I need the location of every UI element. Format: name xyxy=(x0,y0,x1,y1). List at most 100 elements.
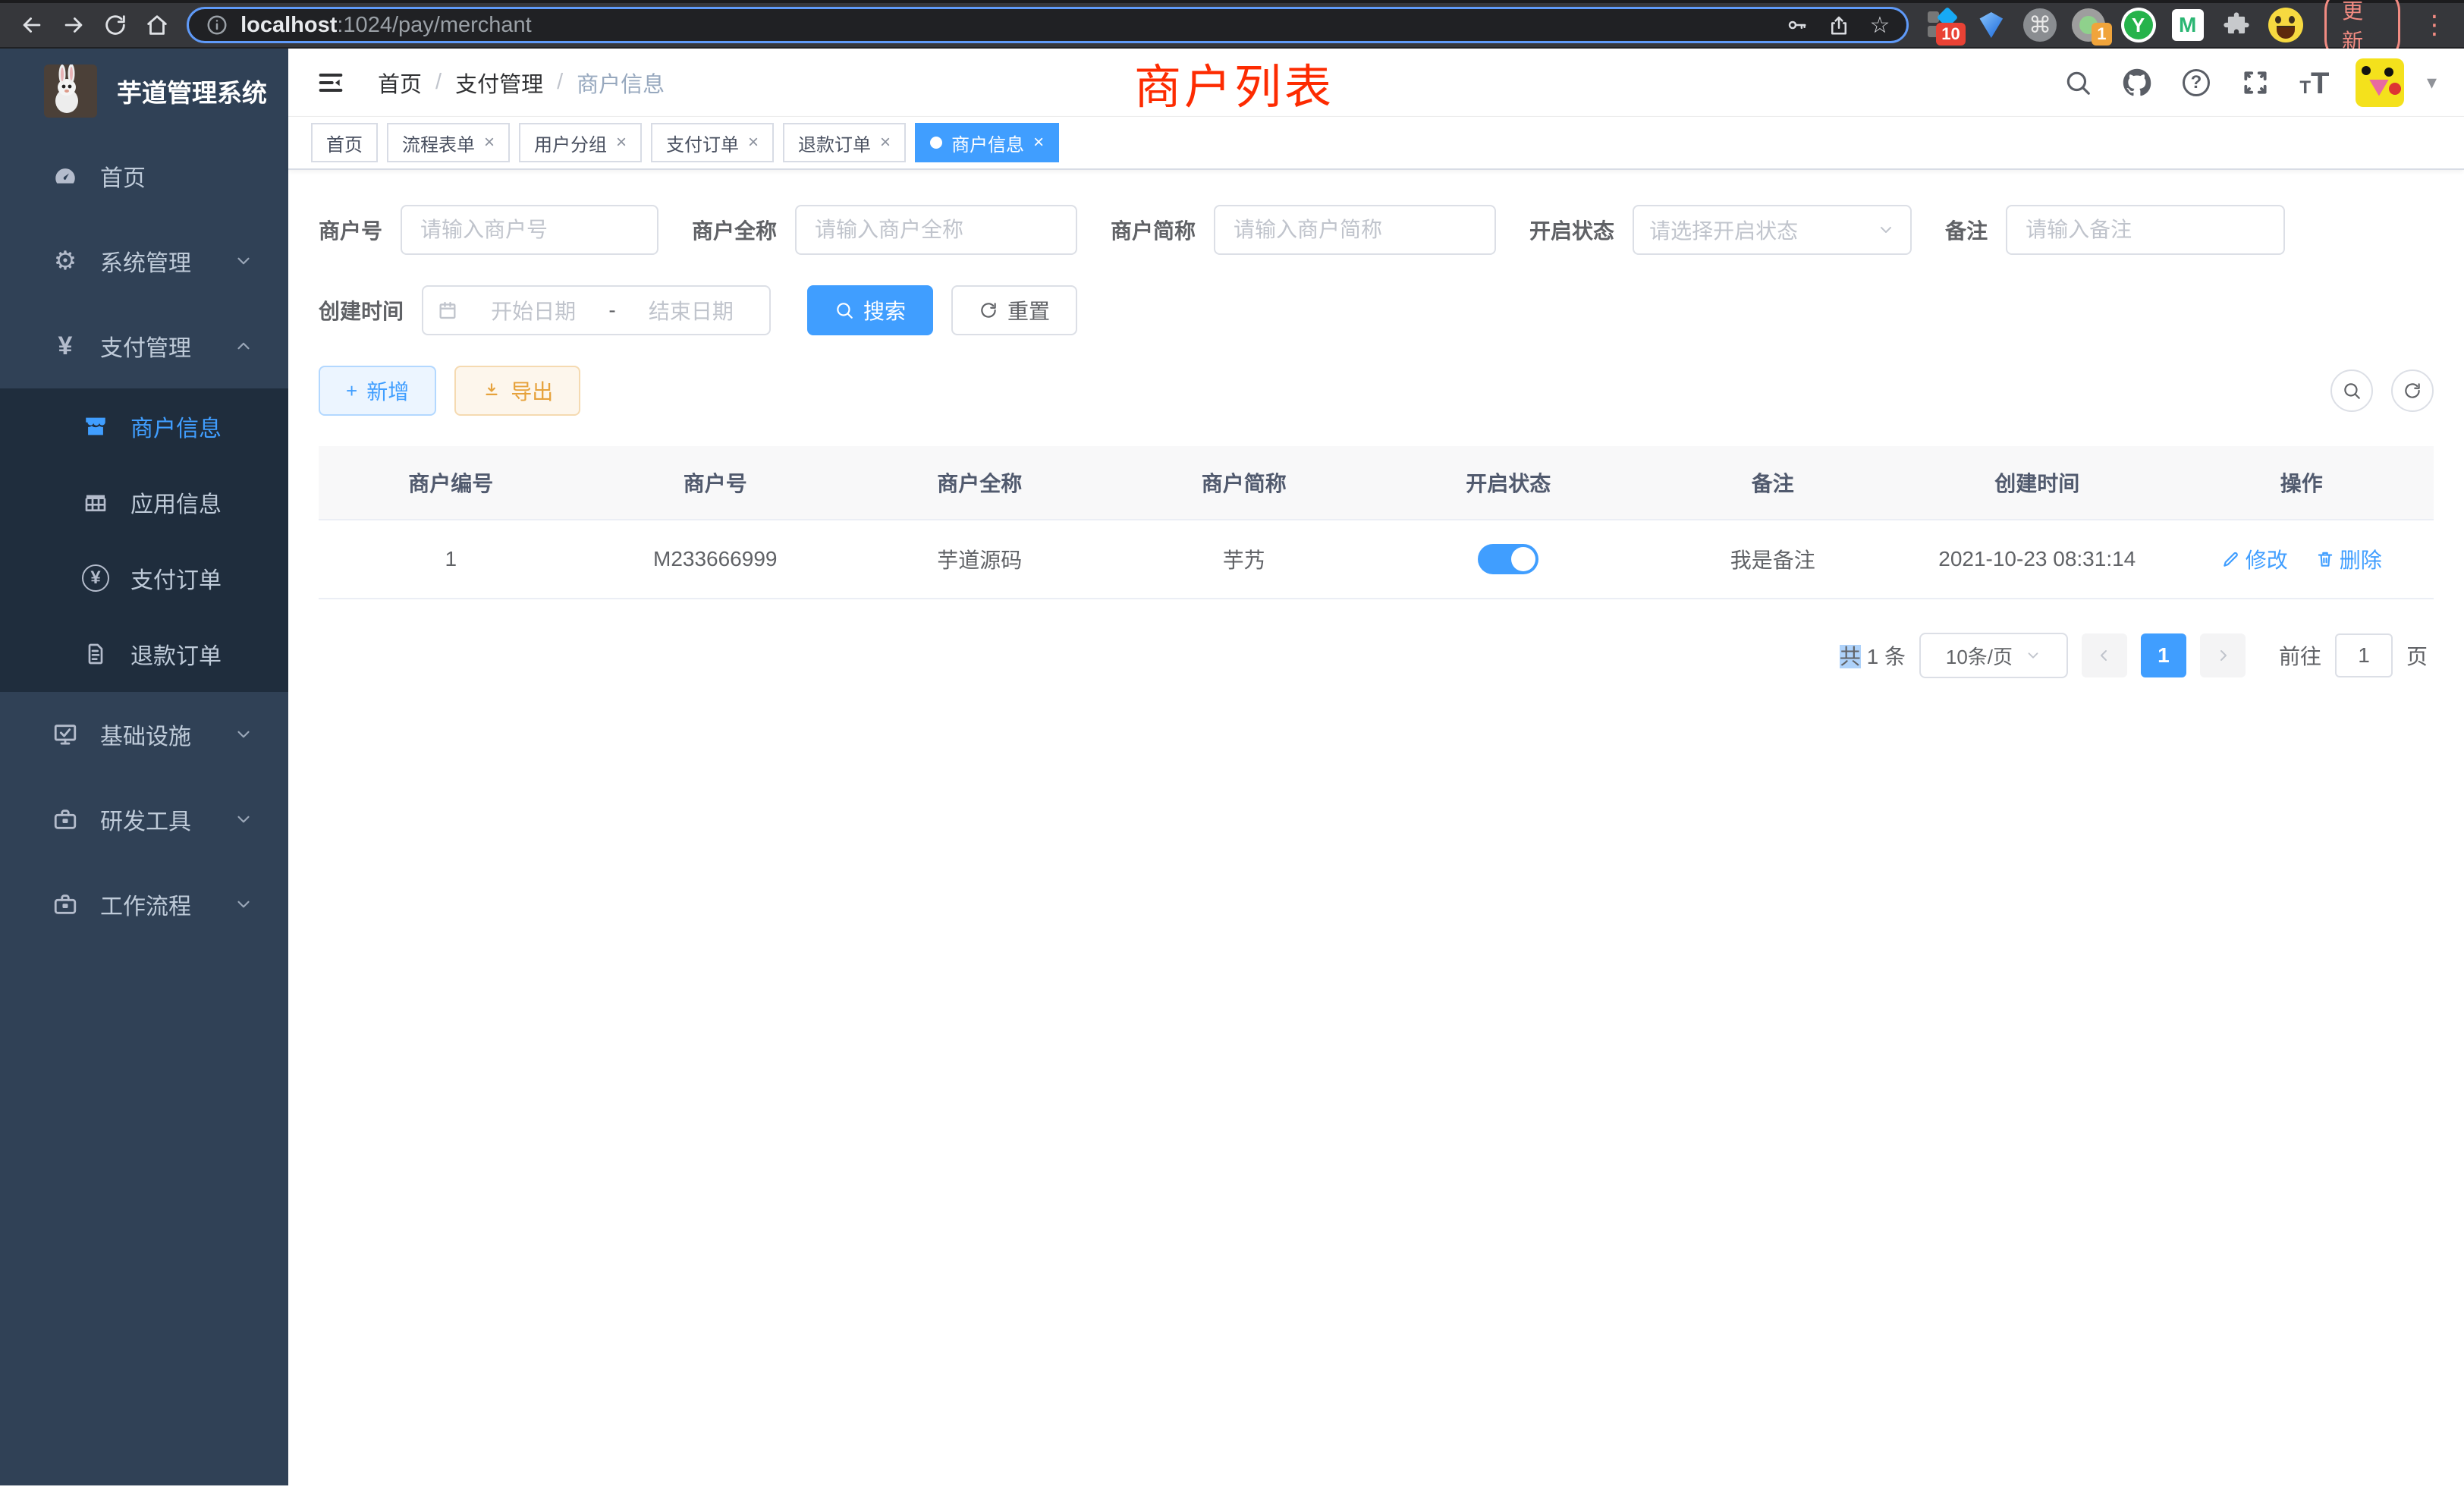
app-logo[interactable]: 芋道管理系统 xyxy=(0,49,288,134)
total-count: 1 xyxy=(1867,645,1879,668)
full-name-input[interactable] xyxy=(795,205,1077,255)
site-info-icon[interactable] xyxy=(206,14,228,36)
close-icon[interactable] xyxy=(880,132,891,153)
page-size-value: 10条/页 xyxy=(1946,642,2013,670)
reload-icon[interactable] xyxy=(94,7,136,43)
sidebar-item-label: 退款订单 xyxy=(130,637,253,671)
font-size-icon[interactable] xyxy=(2296,64,2333,101)
edit-link[interactable]: 修改 xyxy=(2221,544,2288,574)
sidebar-item-label: 基础设施 xyxy=(100,718,234,751)
search-icon xyxy=(834,300,854,320)
filter-create-time: 创建时间 开始日期 - 结束日期 xyxy=(319,285,771,335)
home-icon[interactable] xyxy=(136,7,178,43)
address-bar[interactable]: localhost:1024/pay/merchant xyxy=(187,7,1909,43)
extension-recorder-icon[interactable]: 1 xyxy=(2072,8,2105,42)
breadcrumb-payment[interactable]: 支付管理 xyxy=(455,67,543,99)
goto-label: 前往 xyxy=(2279,640,2321,671)
sidebar-item-workflow[interactable]: 工作流程 xyxy=(0,862,288,947)
dashboard-icon xyxy=(50,163,80,189)
sidebar-item-infrastructure[interactable]: 基础设施 xyxy=(0,692,288,777)
tab-process-form[interactable]: 流程表单 xyxy=(387,123,510,162)
sidebar-item-system[interactable]: 系统管理 xyxy=(0,218,288,303)
tab-pay-order[interactable]: 支付订单 xyxy=(651,123,774,162)
date-range-picker[interactable]: 开始日期 - 结束日期 xyxy=(422,285,771,335)
tab-home[interactable]: 首页 xyxy=(311,123,378,162)
page-number-button[interactable]: 1 xyxy=(2141,633,2186,677)
sidebar-toggle-icon[interactable] xyxy=(316,68,346,98)
sidebar-item-pay-order[interactable]: 支付订单 xyxy=(0,540,288,616)
extensions-puzzle-icon[interactable] xyxy=(2220,8,2253,42)
close-icon[interactable] xyxy=(1033,132,1044,153)
prev-page-button[interactable] xyxy=(2082,633,2127,677)
breadcrumb-current: 商户信息 xyxy=(577,67,665,99)
sidebar-item-label: 研发工具 xyxy=(100,803,234,836)
export-button[interactable]: 导出 xyxy=(454,366,580,416)
search-icon[interactable] xyxy=(2060,64,2096,101)
sidebar-item-home[interactable]: 首页 xyxy=(0,134,288,218)
filter-row-1: 商户号 商户全称 商户简称 开启状态 请选择开启状态 xyxy=(319,205,2434,255)
column-header: 操作 xyxy=(2170,467,2434,498)
payment-submenu: 商户信息 应用信息 支付订单 退款订单 xyxy=(0,388,288,692)
show-search-toggle-button[interactable] xyxy=(2330,369,2373,412)
share-icon[interactable] xyxy=(1828,14,1850,36)
browser-profile-avatar[interactable] xyxy=(2268,8,2303,42)
fullscreen-icon[interactable] xyxy=(2237,64,2274,101)
close-icon[interactable] xyxy=(484,132,495,153)
user-avatar[interactable] xyxy=(2356,58,2404,107)
status-toggle[interactable] xyxy=(1478,544,1538,574)
back-icon[interactable] xyxy=(11,7,52,43)
field-label: 商户简称 xyxy=(1111,215,1214,245)
merchant-no-input[interactable] xyxy=(401,205,658,255)
gear-icon xyxy=(50,246,80,276)
extension-gem-icon[interactable] xyxy=(1975,8,2008,42)
search-button[interactable]: 搜索 xyxy=(807,285,933,335)
goto-page-input[interactable] xyxy=(2335,633,2393,677)
tab-merchant-info[interactable]: 商户信息 xyxy=(915,123,1059,162)
refresh-table-button[interactable] xyxy=(2391,369,2434,412)
yen-icon xyxy=(50,332,80,361)
sidebar-item-refund-order[interactable]: 退款订单 xyxy=(0,616,288,692)
breadcrumb-home[interactable]: 首页 xyxy=(378,67,422,99)
next-page-button[interactable] xyxy=(2200,633,2246,677)
field-label: 备注 xyxy=(1945,215,2006,245)
chevron-down-icon xyxy=(234,725,253,744)
app-title: 芋道管理系统 xyxy=(117,73,267,109)
sidebar-item-payment[interactable]: 支付管理 xyxy=(0,303,288,388)
merchant-table: 商户编号 商户号 商户全称 商户简称 开启状态 备注 创建时间 操作 1 M23… xyxy=(319,446,2434,599)
forward-icon[interactable] xyxy=(52,7,94,43)
reset-button[interactable]: 重置 xyxy=(951,285,1077,335)
delete-link[interactable]: 删除 xyxy=(2315,544,2382,574)
github-icon[interactable] xyxy=(2119,64,2155,101)
filter-merchant-no: 商户号 xyxy=(319,205,658,255)
remark-input[interactable] xyxy=(2006,205,2285,255)
extension-m-icon[interactable]: M xyxy=(2171,8,2205,42)
tab-refund-order[interactable]: 退款订单 xyxy=(783,123,906,162)
extension-command-icon[interactable] xyxy=(2023,8,2057,42)
add-button[interactable]: 新增 xyxy=(319,366,436,416)
page-size-select[interactable]: 10条/页 xyxy=(1919,633,2068,678)
sidebar-item-merchant-info[interactable]: 商户信息 xyxy=(0,388,288,464)
extension-y-icon[interactable]: Y xyxy=(2121,8,2156,42)
user-menu-caret-icon[interactable] xyxy=(2427,71,2437,94)
help-icon[interactable] xyxy=(2178,64,2214,101)
close-icon[interactable] xyxy=(748,132,759,153)
tab-label: 商户信息 xyxy=(951,130,1024,156)
field-label: 创建时间 xyxy=(319,295,422,325)
password-key-icon[interactable] xyxy=(1785,14,1808,36)
column-header: 商户全称 xyxy=(847,467,1112,498)
sidebar-item-label: 工作流程 xyxy=(100,888,234,921)
sidebar-item-app-info[interactable]: 应用信息 xyxy=(0,464,288,540)
tab-user-group[interactable]: 用户分组 xyxy=(519,123,642,162)
column-header: 创建时间 xyxy=(1905,467,2170,498)
close-icon[interactable] xyxy=(616,132,627,153)
browser-menu-icon[interactable] xyxy=(2415,10,2453,40)
bookmark-star-icon[interactable] xyxy=(1870,12,1890,39)
short-name-input[interactable] xyxy=(1214,205,1496,255)
sidebar-item-dev-tools[interactable]: 研发工具 xyxy=(0,777,288,862)
extension-grid-icon[interactable]: 10 xyxy=(1925,8,1959,42)
status-select[interactable]: 请选择开启状态 xyxy=(1633,205,1912,255)
sidebar-item-label: 商户信息 xyxy=(130,410,253,443)
filter-remark: 备注 xyxy=(1945,205,2285,255)
table-row: 1 M233666999 芋道源码 芋艿 我是备注 2021-10-23 08:… xyxy=(319,519,2434,598)
sidebar: 芋道管理系统 首页 系统管理 支付管理 商户信息 xyxy=(0,49,288,1485)
